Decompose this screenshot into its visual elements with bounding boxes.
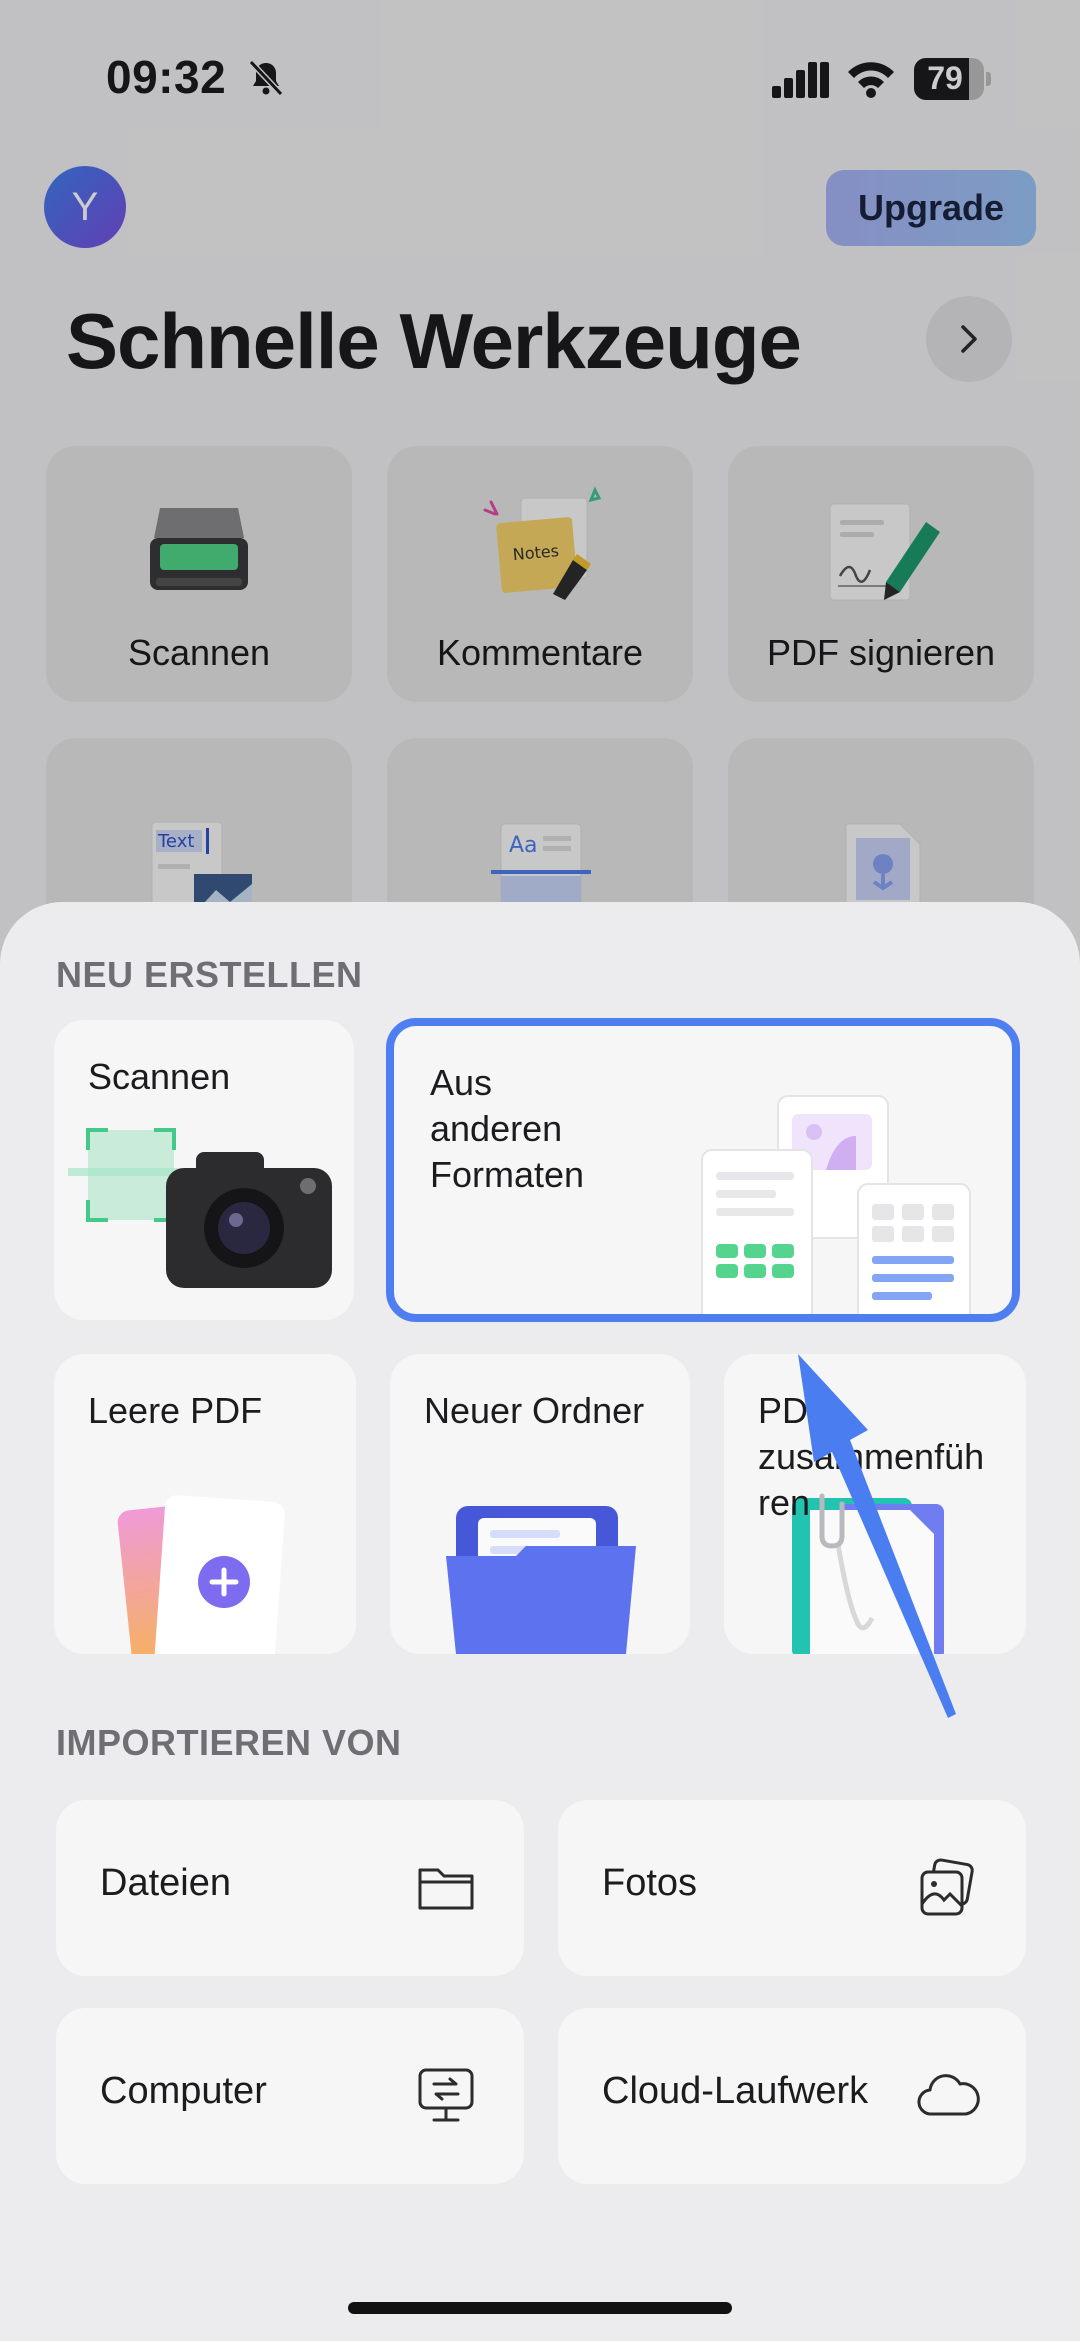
folder-icon bbox=[418, 1868, 474, 1910]
import-cloud-button[interactable]: Cloud-Laufwerk bbox=[558, 2008, 1026, 2184]
card-label: Scannen bbox=[88, 1056, 231, 1097]
import-photos-button[interactable]: Fotos bbox=[558, 1800, 1026, 1976]
import-label: Fotos bbox=[602, 1862, 698, 1904]
card-label: Neuer Ordner bbox=[424, 1390, 645, 1431]
cloud-icon bbox=[917, 2074, 980, 2116]
import-computer-button[interactable]: Computer bbox=[56, 2008, 524, 2184]
home-indicator[interactable] bbox=[348, 2302, 732, 2314]
folder-illustration-icon bbox=[446, 1506, 636, 1654]
import-files-button[interactable]: Dateien bbox=[56, 1800, 524, 1976]
card-label: Leere PDF bbox=[88, 1390, 263, 1431]
create-scan-card[interactable]: Scannen bbox=[54, 1020, 354, 1320]
create-new-folder-card[interactable]: Neuer Ordner bbox=[390, 1354, 690, 1654]
documents-illustration-icon bbox=[701, 1095, 971, 1314]
card-label: Aus anderen Formaten bbox=[430, 1062, 585, 1195]
blank-pdf-icon bbox=[117, 1495, 285, 1654]
import-label: Dateien bbox=[100, 1862, 231, 1904]
section-heading-create: NEU ERSTELLEN bbox=[56, 954, 363, 995]
pointer-arrow-icon bbox=[798, 1354, 956, 1718]
photos-icon bbox=[920, 1858, 974, 1916]
section-heading-import: IMPORTIEREN VON bbox=[56, 1722, 402, 1763]
create-blank-pdf-card[interactable]: Leere PDF bbox=[54, 1354, 356, 1654]
computer-transfer-icon bbox=[418, 2068, 474, 2122]
import-label: Computer bbox=[100, 2070, 267, 2112]
create-from-formats-card[interactable]: Aus anderen Formaten bbox=[386, 1018, 1020, 1322]
import-label: Cloud-Laufwerk bbox=[602, 2070, 869, 2112]
camera-icon bbox=[68, 1128, 332, 1288]
